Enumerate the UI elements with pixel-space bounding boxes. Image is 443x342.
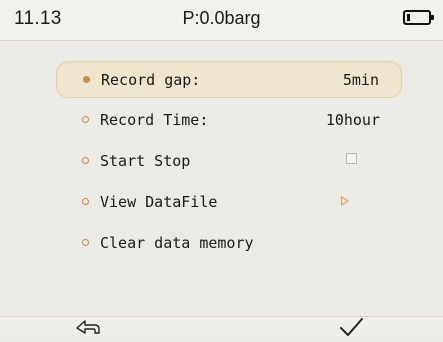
pressure-readout: P:0.0barg — [182, 8, 261, 28]
settings-menu: Record gap: 5min Record Time: 10hour Sta… — [56, 61, 402, 266]
menu-item-label: Start Stop — [100, 152, 191, 170]
menu-item-label: View DataFile — [100, 193, 218, 211]
battery-icon — [403, 10, 434, 25]
status-bar: 11.13 P:0.0barg — [0, 0, 443, 41]
bullet-icon — [83, 76, 90, 83]
menu-item-label: Record Time: — [100, 111, 209, 129]
menu-item-label: Clear data memory — [100, 234, 254, 252]
start-stop-checkbox[interactable] — [346, 153, 357, 164]
bullet-icon — [82, 116, 89, 123]
menu-item-start-stop[interactable]: Start Stop — [56, 143, 402, 180]
bullet-icon — [82, 198, 89, 205]
confirm-button[interactable] — [338, 317, 364, 337]
battery-level-fill — [407, 14, 410, 21]
checkmark-icon — [340, 318, 363, 336]
back-arrow-icon — [76, 320, 100, 334]
softkey-bar — [0, 316, 443, 337]
arrow-right-icon — [341, 196, 349, 206]
record-time-value: 10hour — [325, 111, 380, 129]
bullet-icon — [82, 239, 89, 246]
menu-item-record-time[interactable]: Record Time: 10hour — [56, 102, 402, 139]
back-button[interactable] — [75, 319, 101, 337]
menu-item-view-datafile[interactable]: View DataFile — [56, 184, 402, 221]
record-gap-value: 5min — [342, 71, 379, 89]
menu-item-label: Record gap: — [101, 71, 201, 89]
menu-item-clear-data-memory[interactable]: Clear data memory — [56, 225, 402, 262]
bullet-icon — [82, 157, 89, 164]
menu-item-record-gap[interactable]: Record gap: 5min — [56, 61, 402, 98]
